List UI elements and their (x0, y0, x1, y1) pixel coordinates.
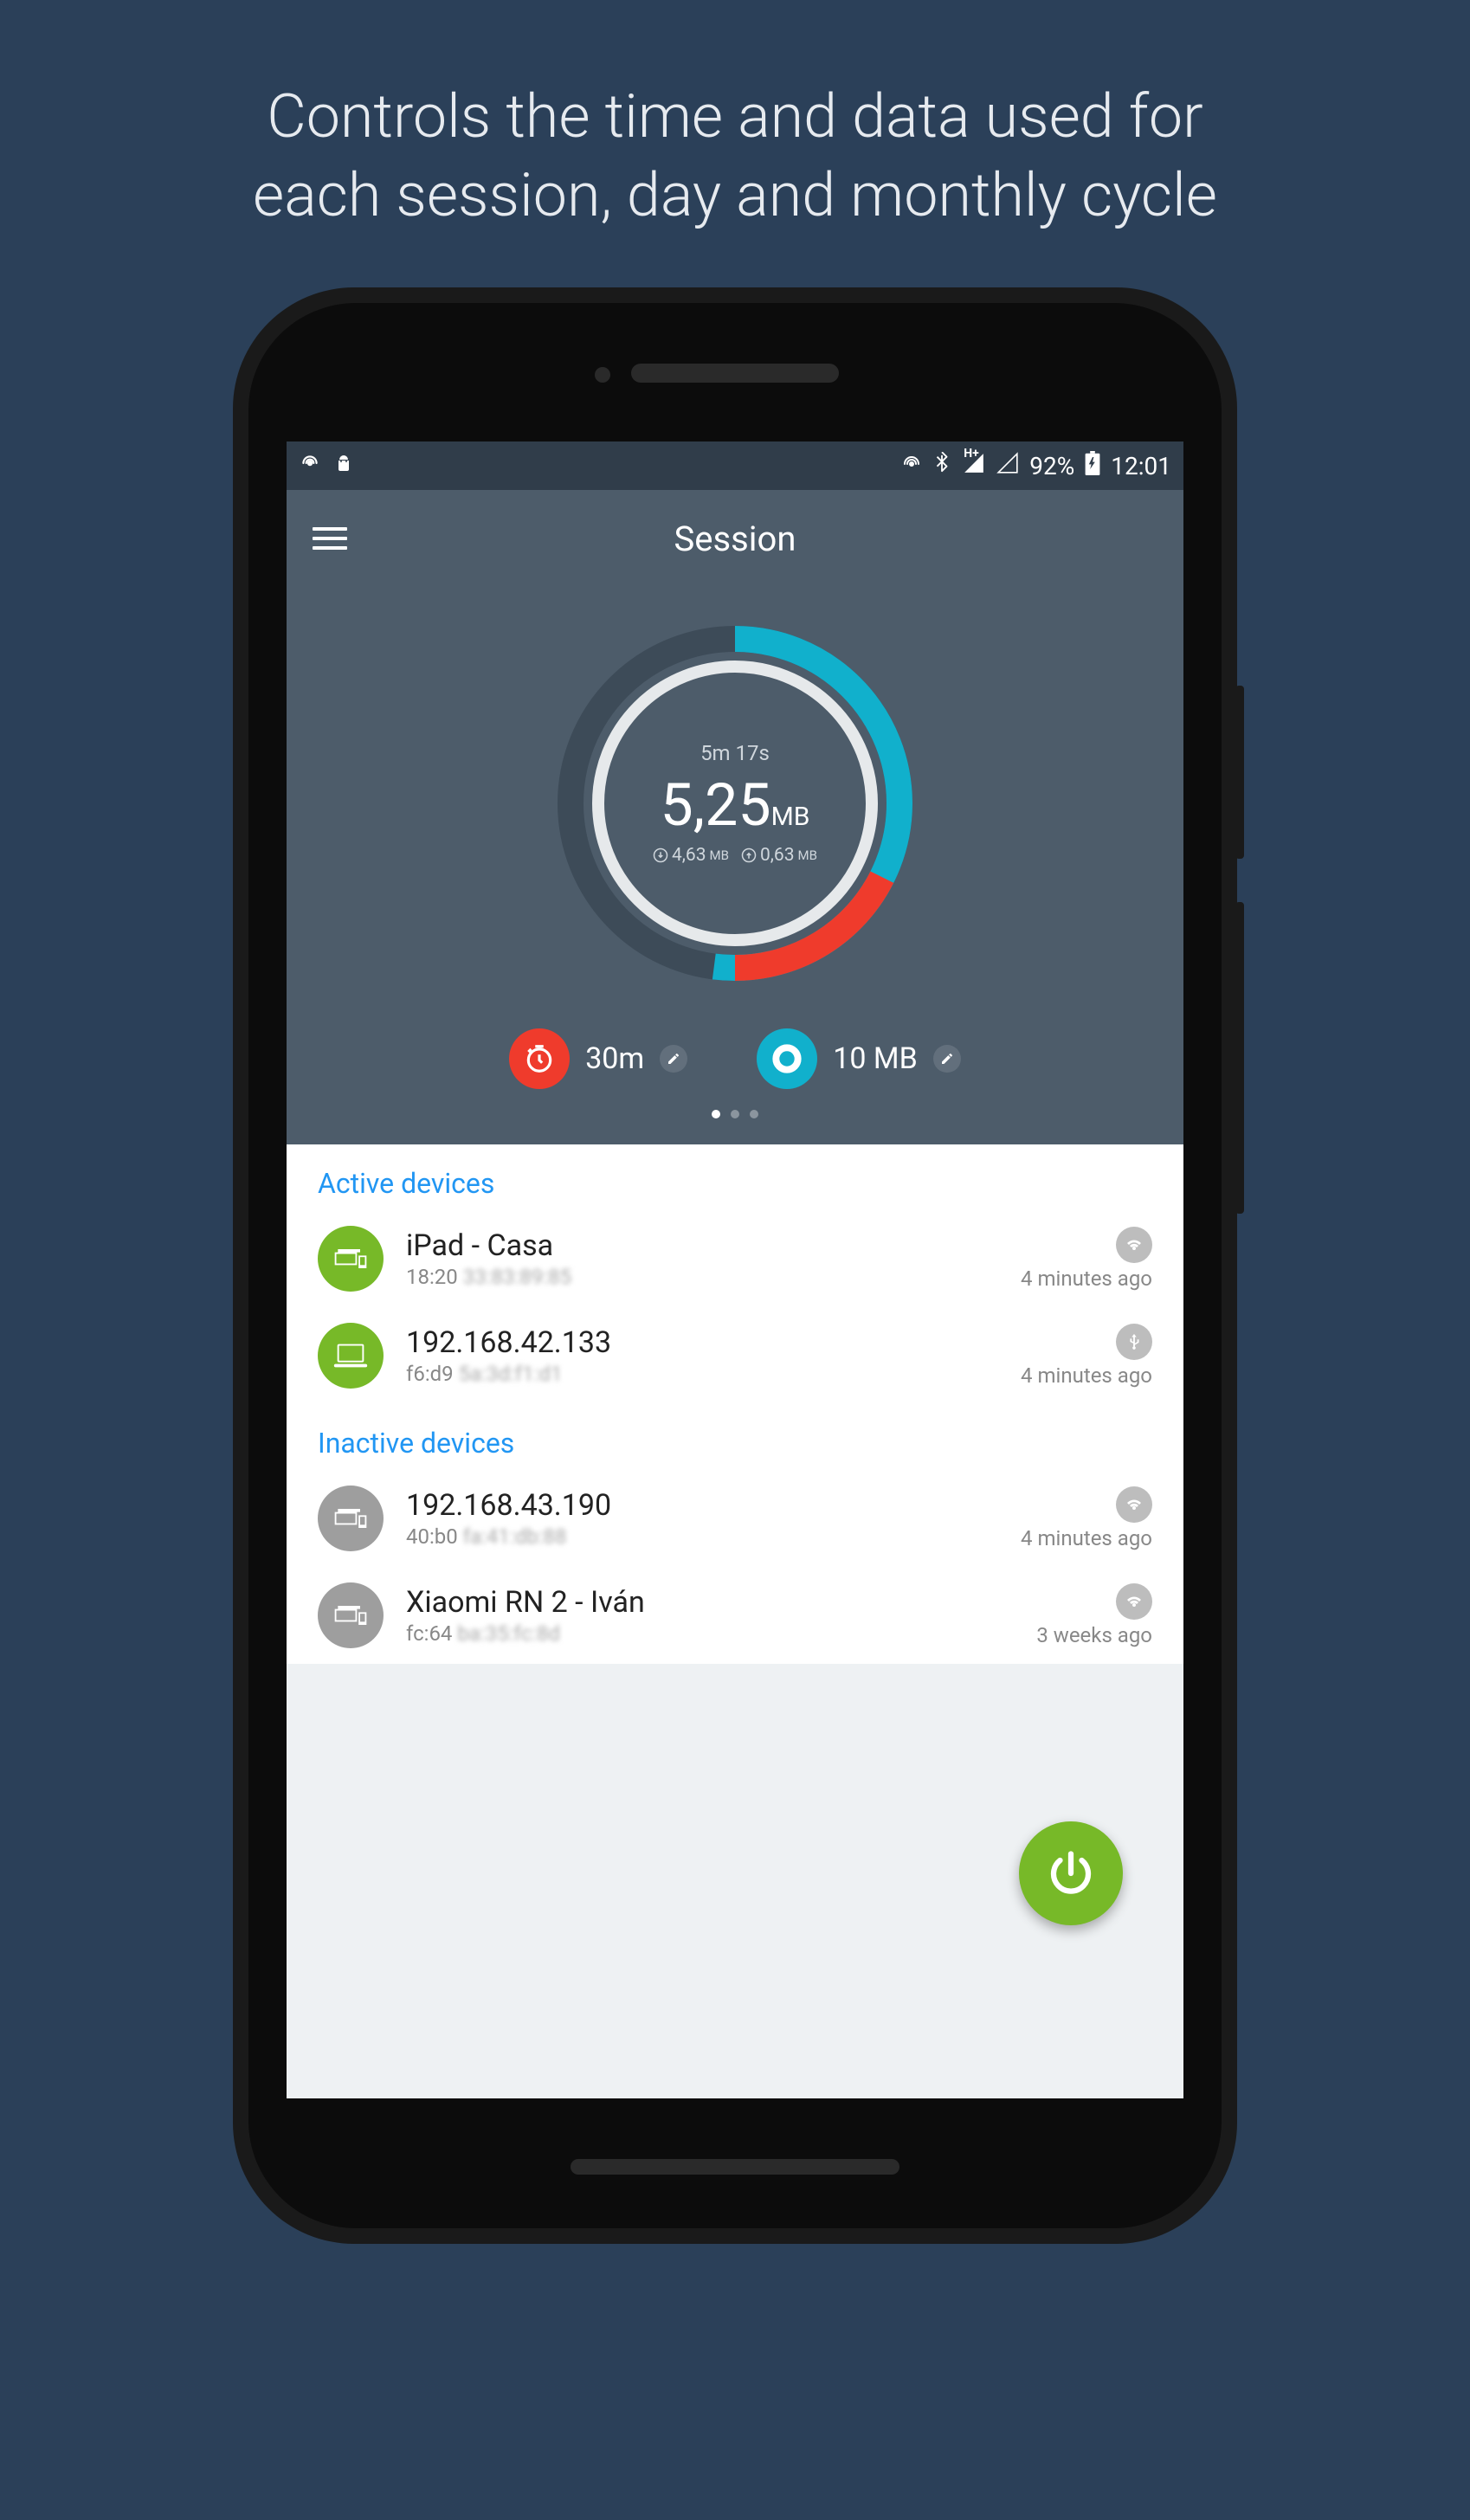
device-row-active-1[interactable]: 192.168.42.133 f6:d9 5a:3d:f1:d1 4 minut… (287, 1307, 1183, 1404)
data-icon (757, 1028, 817, 1089)
phone-speaker (631, 364, 839, 383)
phone-bottom-speaker (571, 2159, 899, 2175)
data-limit-value: 10 MB (833, 1041, 918, 1076)
active-devices-title: Active devices (287, 1144, 1183, 1210)
device-row-inactive-0[interactable]: 192.168.43.190 40:b0 fa:41:db:88 4 minut… (287, 1470, 1183, 1567)
device-last-seen: 4 minutes ago (1021, 1266, 1152, 1291)
time-limit-value: 30m (585, 1041, 644, 1076)
battery-icon (1085, 451, 1100, 481)
phone-power-button (1235, 686, 1244, 859)
device-row-inactive-1[interactable]: Xiaomi RN 2 - Iván fc:64 ba:35:fc:8d 3 w… (287, 1567, 1183, 1664)
session-hero: 5m 17s 5,25MB 4,63MB 0,63MB (287, 587, 1183, 1144)
device-mac: 18:20 33:83:89:85 (406, 1265, 998, 1289)
phone-volume-button (1235, 902, 1244, 1214)
android-icon (333, 452, 354, 480)
edit-data-button[interactable] (933, 1045, 961, 1073)
device-name: iPad - Casa (406, 1228, 998, 1263)
inactive-devices-title: Inactive devices (287, 1404, 1183, 1470)
gauge-data-unit: MB (771, 802, 810, 832)
phone-camera (595, 367, 610, 383)
app-bar: Session (287, 490, 1183, 587)
device-mac: fc:64 ba:35:fc:8d (406, 1621, 1014, 1646)
devices-icon (318, 1226, 384, 1292)
device-last-seen: 4 minutes ago (1021, 1363, 1152, 1388)
promo-line-2: each session, day and monthly cycle (253, 160, 1217, 231)
power-fab[interactable] (1019, 1821, 1123, 1925)
signal-icon: H+ (962, 452, 986, 480)
edit-time-button[interactable] (660, 1045, 687, 1073)
gauge-elapsed-time: 5m 17s (653, 741, 817, 765)
app-bar-title: Session (313, 519, 1157, 559)
device-last-seen: 4 minutes ago (1021, 1526, 1152, 1550)
wifi-icon (1116, 1583, 1152, 1620)
promo-line-1: Controls the time and data used for (267, 81, 1203, 152)
usage-gauge[interactable]: 5m 17s 5,25MB 4,63MB 0,63MB (545, 613, 925, 994)
phone-frame: H+ 92% 12:01 Session (233, 287, 1237, 2244)
time-limit[interactable]: 30m (509, 1028, 687, 1089)
battery-text: 92% (1029, 452, 1074, 480)
promo-headline: Controls the time and data used for each… (184, 78, 1286, 235)
phone-screen: H+ 92% 12:01 Session (287, 441, 1183, 2098)
data-limit[interactable]: 10 MB (757, 1028, 961, 1089)
device-name: Xiaomi RN 2 - Iván (406, 1585, 1014, 1620)
usb-icon (1116, 1324, 1152, 1360)
clock-text: 12:01 (1111, 452, 1171, 480)
signal-empty-icon (996, 452, 1019, 480)
pager-dots[interactable] (712, 1110, 758, 1118)
device-name: 192.168.43.190 (406, 1488, 998, 1523)
wifi-icon (1116, 1486, 1152, 1523)
device-name: 192.168.42.133 (406, 1325, 998, 1360)
cast-icon (901, 452, 922, 480)
device-row-active-0[interactable]: iPad - Casa 18:20 33:83:89:85 4 minutes … (287, 1210, 1183, 1307)
status-bar: H+ 92% 12:01 (287, 441, 1183, 490)
wifi-icon (1116, 1227, 1152, 1263)
gauge-upload: 0,63MB (741, 845, 817, 866)
limits-row: 30m 10 MB (509, 1028, 961, 1089)
device-mac: 40:b0 fa:41:db:88 (406, 1524, 998, 1549)
gauge-data-value: 5,25 (661, 770, 771, 840)
hotspot-icon (299, 452, 321, 480)
device-list: Active devices iPad - Casa 18:20 33:83:8… (287, 1144, 1183, 1664)
devices-icon (318, 1486, 384, 1551)
laptop-icon (318, 1323, 384, 1389)
device-last-seen: 3 weeks ago (1036, 1623, 1152, 1647)
timer-icon (509, 1028, 570, 1089)
device-mac: f6:d9 5a:3d:f1:d1 (406, 1362, 998, 1386)
devices-icon (318, 1582, 384, 1648)
gauge-download: 4,63MB (653, 845, 729, 866)
bluetooth-icon (932, 452, 951, 480)
